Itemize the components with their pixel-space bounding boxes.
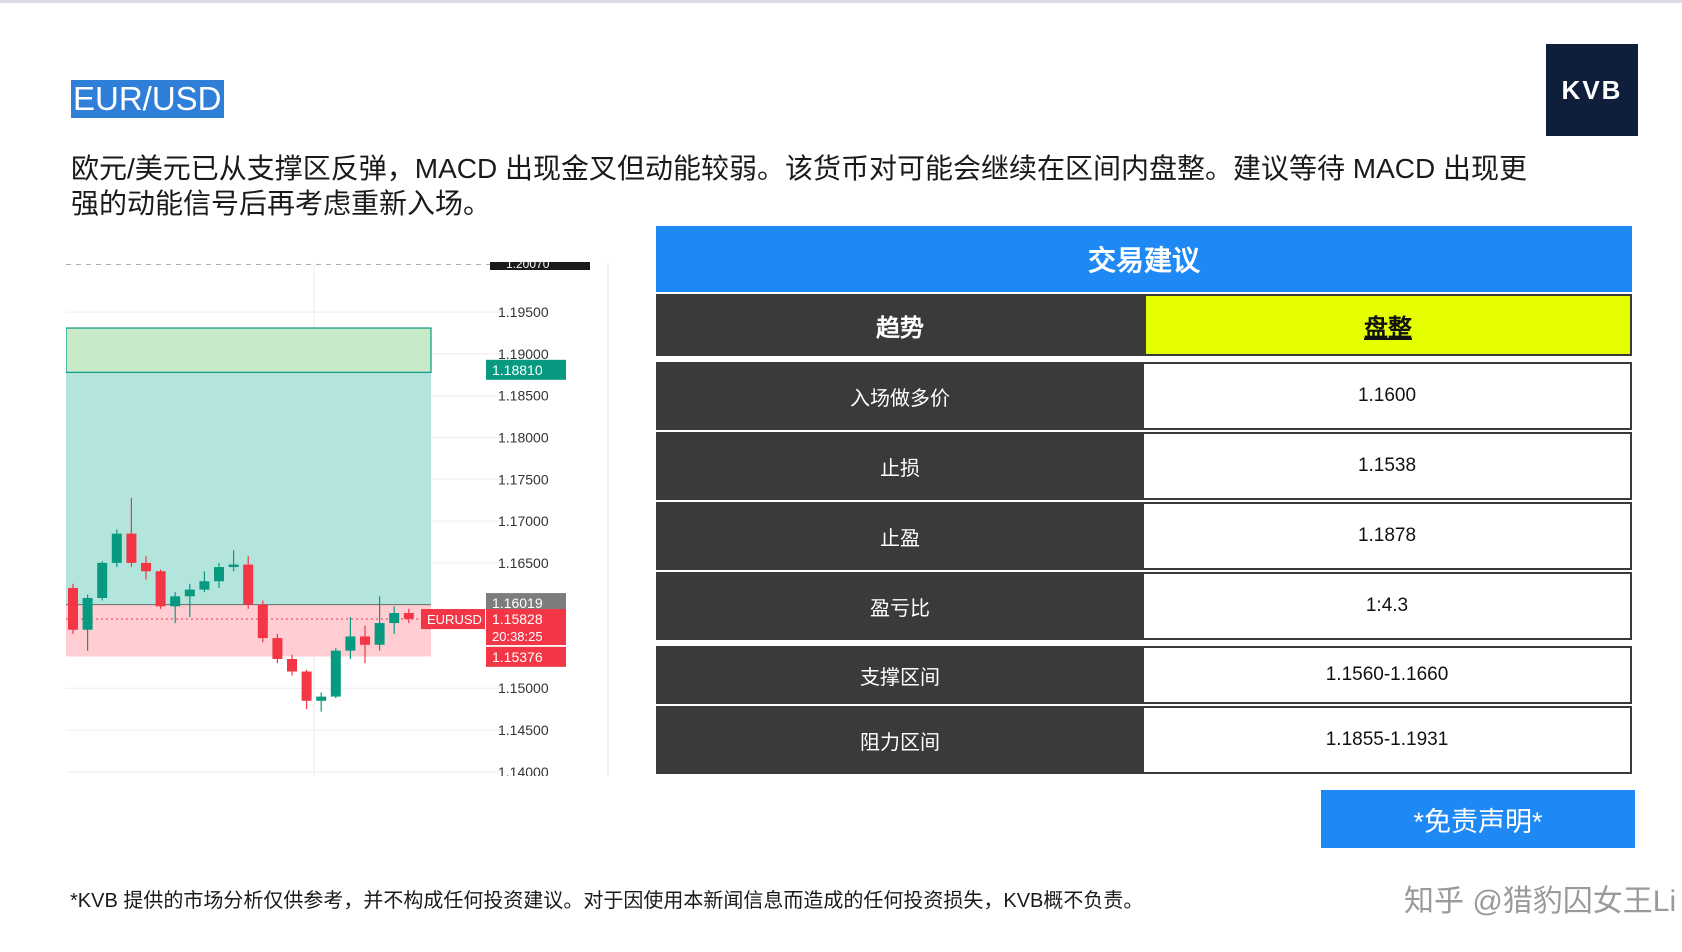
- resistance-label: 阻力区间: [656, 706, 1144, 774]
- take-profit-row: 止盈 1.1878: [656, 502, 1632, 570]
- y-tick-label: 1.14000: [498, 764, 549, 776]
- risk-reward-row: 盈亏比 1:4.3: [656, 572, 1632, 640]
- stop-loss-value: 1.1538: [1144, 432, 1632, 500]
- recommendation-header: 交易建议: [656, 226, 1632, 292]
- page-title: EUR/USD: [71, 80, 224, 118]
- support-value: 1.1560-1.1660: [1144, 646, 1632, 704]
- candle-body: [111, 533, 122, 563]
- take-profit-label: 止盈: [656, 502, 1144, 570]
- entry-row: 入场做多价 1.1600: [656, 362, 1632, 430]
- candle-body: [330, 650, 341, 697]
- risk-reward-label: 盈亏比: [656, 572, 1144, 640]
- kvb-logo: KVB: [1546, 44, 1638, 136]
- price-tag-label: 1.15828: [492, 611, 543, 627]
- y-tick-label: 1.19000: [498, 346, 549, 362]
- candle-body: [184, 589, 195, 597]
- y-tick-label: 1.18500: [498, 388, 549, 404]
- candle-body: [316, 696, 327, 701]
- top-price-label: 1.20070: [506, 262, 550, 271]
- y-tick-label: 1.17000: [498, 513, 549, 529]
- candle-body: [214, 567, 224, 582]
- candle-body: [403, 613, 414, 619]
- y-tick-label: 1.19500: [498, 304, 549, 320]
- risk-reward-value: 1:4.3: [1144, 572, 1632, 640]
- y-tick-label: 1.17500: [498, 471, 549, 487]
- price-tag-label: 1.16019: [492, 595, 543, 611]
- candle-body: [199, 581, 210, 590]
- candle-body: [243, 564, 254, 605]
- top-divider: [0, 0, 1682, 3]
- candle-body: [68, 587, 78, 630]
- stop-loss-row: 止损 1.1538: [656, 432, 1632, 500]
- watermark: 知乎 @猎豹囚女王Li: [1404, 885, 1677, 918]
- candle-body: [170, 596, 181, 607]
- candle-body: [272, 638, 283, 659]
- candle-body: [228, 564, 239, 568]
- candle-body: [97, 562, 108, 598]
- entry-label: 入场做多价: [656, 362, 1144, 430]
- trend-row: 趋势 盘整: [656, 294, 1632, 356]
- analysis-description: 欧元/美元已从支撑区反弹，MACD 出现金叉但动能较弱。该货币对可能会继续在区间…: [71, 153, 1528, 219]
- trend-label: 趋势: [656, 294, 1144, 356]
- zone-target: [66, 328, 431, 373]
- candle-body: [287, 658, 297, 672]
- price-chart[interactable]: 1.19500 1.19000 1.18500 1.18000 1.17500 1.170…: [66, 262, 626, 776]
- resistance-row: 阻力区间 1.1855-1.1931: [656, 706, 1632, 774]
- candle-body: [345, 636, 356, 651]
- countdown-label: 20:38:25: [492, 629, 543, 644]
- candle-body: [155, 571, 166, 607]
- disclaimer-button[interactable]: *免责声明*: [1321, 790, 1635, 848]
- price-tag-label: 1.18810: [492, 362, 543, 378]
- candle-body: [141, 562, 151, 572]
- candle-body: [301, 671, 312, 701]
- footnote: *KVB 提供的市场分析仅供参考，并不构成任何投资建议。对于因使用本新闻信息而造…: [70, 890, 1144, 912]
- y-tick-label: 1.14500: [498, 722, 549, 738]
- y-tick-label: 1.18000: [498, 430, 549, 446]
- resistance-value: 1.1855-1.1931: [1144, 706, 1632, 774]
- support-row: 支撑区间 1.1560-1.1660: [656, 646, 1632, 704]
- candle-body: [374, 623, 385, 645]
- candle-body: [257, 604, 268, 639]
- y-tick-label: 1.15000: [498, 680, 549, 696]
- candle-body: [82, 597, 93, 630]
- symbol-tag-label: EURUSD: [427, 612, 482, 627]
- stop-loss-label: 止损: [656, 432, 1144, 500]
- candle-body: [360, 636, 370, 645]
- take-profit-value: 1.1878: [1144, 502, 1632, 570]
- y-tick-label: 1.16500: [498, 555, 549, 571]
- price-tag-label: 1.15376: [492, 649, 543, 665]
- candle-body: [126, 533, 137, 563]
- candle-body: [389, 613, 400, 624]
- entry-value: 1.1600: [1144, 362, 1632, 430]
- support-label: 支撑区间: [656, 646, 1144, 704]
- trend-value: 盘整: [1144, 294, 1632, 356]
